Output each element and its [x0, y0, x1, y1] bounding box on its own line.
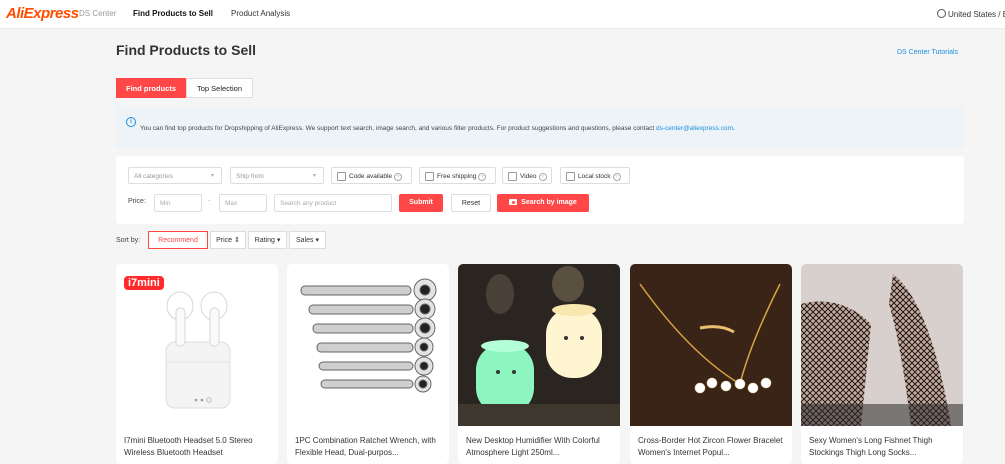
help-icon[interactable]: ? — [478, 173, 487, 181]
product-image-bracelet[interactable] — [630, 264, 792, 426]
product-card[interactable]: New Desktop Humidifier With Colorful Atm… — [458, 264, 620, 464]
category-select[interactable]: All categories ▾ — [128, 167, 222, 184]
chevron-down-icon: ▾ — [210, 173, 214, 179]
humidifier-image — [458, 264, 620, 426]
info-banner: i You can find top products for Dropship… — [116, 106, 964, 148]
ship-from-select[interactable]: Ship from ▾ — [230, 167, 324, 184]
globe-icon — [937, 9, 946, 18]
reset-button[interactable]: Reset — [451, 194, 491, 212]
sort-by-label: Sort by: — [116, 237, 141, 244]
product-image-wrench-set[interactable] — [287, 264, 449, 426]
info-text-body: You can find top products for Dropshippi… — [140, 125, 656, 132]
price-max-input[interactable]: Max — [219, 194, 267, 212]
search-by-image-button[interactable]: Search by image — [497, 194, 589, 212]
tab-find-products[interactable]: Find products — [116, 78, 186, 98]
camera-icon — [509, 199, 518, 205]
checkbox-box[interactable] — [508, 172, 517, 181]
checkbox-box[interactable] — [337, 172, 346, 181]
aliexpress-logo[interactable]: AliExpress — [6, 5, 79, 22]
bracelet-image — [630, 264, 792, 426]
product-title[interactable]: New Desktop Humidifier With Colorful Atm… — [466, 435, 616, 459]
help-icon[interactable]: ? — [394, 173, 403, 181]
chevron-down-icon: ▾ — [312, 173, 316, 179]
nav-find-products[interactable]: Find Products to Sell — [133, 9, 213, 18]
checkbox-code-available[interactable]: Code available? — [331, 167, 412, 184]
product-card[interactable]: i7mini I7mini Bluetooth Headset 5.0 Ster… — [116, 264, 278, 464]
product-title[interactable]: I7mini Bluetooth Headset 5.0 Stereo Wire… — [124, 435, 274, 459]
search-by-image-label: Search by image — [521, 199, 577, 206]
checkbox-video[interactable]: Video? — [502, 167, 552, 184]
top-bar: AliExpress DS Center Find Products to Se… — [0, 0, 1005, 29]
checkbox-label: Local stock — [578, 173, 611, 180]
product-card[interactable]: Cross-Border Hot Zircon Flower Bracelet … — [630, 264, 792, 464]
checkbox-label: Free shipping — [437, 173, 477, 180]
product-card[interactable]: 1PC Combination Ratchet Wrench, with Fle… — [287, 264, 449, 464]
sort-sales[interactable]: Sales ▾ — [289, 231, 326, 249]
product-badge: i7mini — [124, 276, 164, 290]
checkbox-label: Video — [520, 173, 537, 180]
checkbox-box[interactable] — [566, 172, 575, 181]
ds-center-tutorials-link[interactable]: DS Center Tutorials — [897, 49, 958, 56]
price-range-dash: - — [208, 198, 211, 205]
submit-button[interactable]: Submit — [399, 194, 443, 212]
info-text: You can find top products for Dropshippi… — [140, 125, 735, 132]
ship-from-placeholder: Ship from — [236, 173, 264, 180]
help-icon[interactable]: ? — [538, 173, 547, 181]
nav-product-analysis[interactable]: Product Analysis — [231, 9, 290, 18]
product-image-stockings[interactable] — [801, 264, 963, 426]
product-title[interactable]: 1PC Combination Ratchet Wrench, with Fle… — [295, 435, 445, 459]
region-label: United States / E — [948, 10, 1005, 19]
product-image-humidifier[interactable] — [458, 264, 620, 426]
filter-panel: All categories ▾ Ship from ▾ Code availabl… — [116, 156, 964, 224]
help-icon[interactable]: ? — [612, 173, 621, 181]
tab-top-selection[interactable]: Top Selection — [186, 78, 253, 98]
price-label: Price: — [128, 198, 146, 205]
sort-price[interactable]: Price ⇕ — [210, 231, 246, 249]
product-card[interactable]: Sexy Women's Long Fishnet Thigh Stocking… — [801, 264, 963, 464]
product-image-earbuds[interactable]: i7mini — [116, 264, 278, 426]
category-select-placeholder: All categories — [134, 173, 174, 180]
checkbox-label: Code available — [349, 173, 393, 180]
checkbox-local-stock[interactable]: Local stock? — [560, 167, 630, 184]
page-title: Find Products to Sell — [116, 42, 257, 58]
checkbox-box[interactable] — [425, 172, 434, 181]
search-input[interactable]: Search any product — [274, 194, 392, 212]
sort-rating[interactable]: Rating ▾ — [248, 231, 287, 249]
checkbox-free-shipping[interactable]: Free shipping? — [419, 167, 496, 184]
product-title[interactable]: Cross-Border Hot Zircon Flower Bracelet … — [638, 435, 788, 459]
stockings-image — [801, 264, 963, 426]
price-min-input[interactable]: Min — [154, 194, 202, 212]
product-title[interactable]: Sexy Women's Long Fishnet Thigh Stocking… — [809, 435, 959, 459]
ds-center-label: DS Center — [79, 9, 117, 18]
info-text-suffix: . — [733, 125, 735, 132]
contact-email-link[interactable]: ds-center@aliexpress.com — [656, 125, 733, 132]
wrench-set-image — [287, 264, 449, 426]
sort-recommend[interactable]: Recommend — [148, 231, 208, 249]
region-selector[interactable]: United States / E — [937, 9, 1005, 19]
info-icon: i — [126, 117, 136, 127]
